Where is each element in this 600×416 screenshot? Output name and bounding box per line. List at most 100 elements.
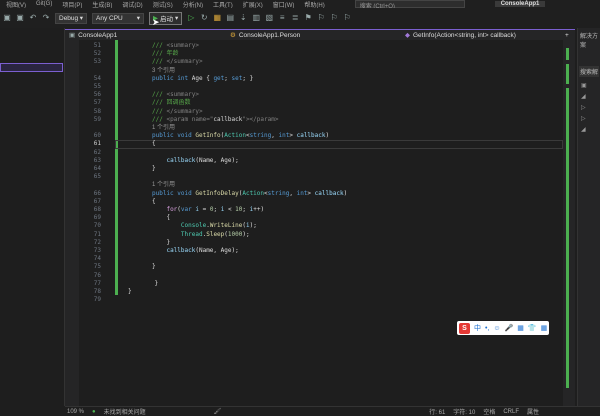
bookmark-prev-icon[interactable]: ⚐ [317, 14, 325, 22]
navigation-bar: ▣ ConsoleApp1 ⚙ ConsoleApp1.Person ◆ GetInf… [65, 30, 575, 40]
member-name: GetInfo(Action<string, int> callback) [413, 31, 516, 39]
reference-count[interactable]: 1 个引用 [152, 124, 175, 132]
menu-item[interactable]: Git(G) [36, 1, 52, 7]
ime-button[interactable]: ▦ [541, 324, 548, 332]
line-number: 66 [93, 189, 101, 197]
menu-item[interactable]: 测试(S) [153, 0, 173, 9]
menu-item[interactable]: 视图(V) [6, 0, 26, 9]
class-dropdown[interactable]: ⚙ ConsoleApp1.Person [230, 31, 405, 40]
code-line: 51 /// <summary> [65, 42, 565, 50]
outdent-icon[interactable]: ≣ [291, 14, 299, 22]
code-token: public int [152, 74, 192, 82]
menu-item[interactable]: 帮助(H) [304, 0, 324, 9]
ime-button[interactable]: 🎤 [505, 324, 514, 332]
ime-button[interactable]: 👕 [528, 324, 537, 332]
codelens-references[interactable]: 1 个引用 [65, 181, 565, 189]
code-token: ) [325, 132, 330, 140]
code-token: Action [224, 132, 246, 140]
reference-count[interactable]: 3 个引用 [152, 67, 175, 75]
code-text: } [152, 165, 156, 173]
indent-icon[interactable]: ≡ [278, 14, 286, 22]
line-number: 77 [93, 279, 101, 287]
solution-explorer-panel: 解决方案 搜索解 ▣ ◢ ▷ ▷ ◢ [577, 28, 600, 406]
code-text: /// 年龄 [152, 50, 178, 58]
search-input[interactable]: 搜索 (Ctrl+Q) [354, 0, 465, 8]
menu-item[interactable]: 扩展(X) [243, 0, 263, 9]
comment-icon[interactable]: ▥ [252, 14, 260, 22]
solution-explorer-icon[interactable]: ▦ [213, 14, 221, 22]
start-without-debug-icon[interactable]: ▷ [187, 14, 195, 22]
line-number: 62 [93, 148, 101, 156]
code-token: GetInfoDelay [195, 189, 239, 197]
line-ending[interactable]: CRLF [503, 409, 519, 415]
line-number: 76 [93, 271, 101, 279]
line-number: 行: 61 [429, 410, 446, 416]
solution-search-input[interactable]: 搜索解 [579, 66, 599, 77]
code-editor[interactable]: 51/// <summary> 52/// 年龄 53/// </summary> 3… [65, 40, 575, 406]
config-select[interactable]: Debug ▾ [55, 12, 87, 24]
indent-mode[interactable]: 空格 [483, 407, 495, 416]
split-icon[interactable]: + [565, 32, 569, 39]
ime-button[interactable]: •, [485, 325, 489, 332]
cleanup-icon[interactable]: 🖌 [214, 408, 222, 415]
code-line: 53 /// </summary> [65, 58, 565, 66]
menu-item[interactable]: 调试(D) [122, 0, 142, 9]
change-mark [566, 88, 569, 388]
reference-count[interactable]: 1 个引用 [152, 181, 175, 189]
menu-bar: 视图(V) Git(G) 项目(P) 生成(B) 调试(D) 测试(S) 分析(N) 工具(T… [0, 0, 600, 8]
selected-item[interactable] [0, 63, 63, 72]
bookmark-clear-icon[interactable]: ⚐ [343, 14, 351, 22]
ime-button[interactable]: 中 [474, 323, 481, 333]
code-text: { [152, 198, 156, 206]
line-number: 78 [93, 288, 101, 295]
bookmark-next-icon[interactable]: ⚐ [330, 14, 338, 22]
codelens-references[interactable]: 1 个引用 [65, 124, 565, 132]
code-token: callback [166, 247, 196, 254]
uncomment-icon[interactable]: ▧ [265, 14, 273, 22]
code-token: = [199, 206, 210, 213]
tree-expanders[interactable]: ▣ ◢ ▷ ▷ ◢ [578, 77, 600, 140]
undo-icon[interactable]: ↶ [29, 14, 37, 22]
menu-item[interactable]: 分析(N) [183, 0, 203, 9]
change-mark [566, 48, 569, 60]
ime-button[interactable]: ▦ [517, 324, 524, 332]
code-text: Console.WriteLine(i); [152, 222, 257, 230]
codelens-references[interactable]: 3 个引用 [65, 67, 565, 75]
code-line: 56 /// <summary> [65, 91, 565, 99]
properties-tab[interactable]: 属性 [527, 407, 539, 416]
project-dropdown[interactable]: ▣ ConsoleApp1 [65, 31, 230, 40]
window-icon[interactable]: ▤ [226, 14, 234, 22]
code-token: } [128, 288, 132, 295]
code-text: } [152, 239, 170, 247]
bookmark-icon[interactable]: ⚑ [304, 14, 312, 22]
code-token: var [180, 206, 196, 213]
save-all-icon[interactable]: ▣ [16, 14, 24, 22]
platform-select[interactable]: Any CPU ▾ [92, 12, 144, 24]
csharp-project-icon: ▣ [69, 32, 76, 39]
vertical-scrollbar[interactable] [563, 40, 575, 406]
issues-status[interactable]: 未找到相关问题 [104, 407, 146, 416]
menu-item[interactable]: 工具(T) [213, 0, 233, 9]
code-line: 64} [65, 165, 565, 173]
code-token: Sleep [206, 230, 225, 238]
code-line: 76 [65, 272, 565, 280]
save-icon[interactable]: ▣ [3, 14, 11, 22]
code-line: 71 Thread.Sleep(1000); [65, 231, 565, 239]
redo-icon[interactable]: ↷ [42, 14, 50, 22]
ime-toolbar[interactable]: S 中 •, ☺ 🎤 ▦ 👕 ▦ [457, 321, 549, 335]
step-icon[interactable]: ⇣ [239, 14, 247, 22]
menu-item[interactable]: 项目(P) [62, 0, 82, 9]
zoom-level[interactable]: 109 % [67, 409, 84, 415]
hot-reload-icon[interactable]: ↻ [200, 14, 208, 22]
line-number: 71 [93, 230, 101, 238]
member-dropdown[interactable]: ◆ GetInfo(Action<string, int> callback) [405, 31, 565, 40]
code-token: ; } [242, 74, 254, 82]
menu-item[interactable]: 窗口(W) [273, 0, 295, 9]
code-token: Console [180, 222, 207, 230]
code-token: > [289, 132, 297, 140]
menu-item[interactable]: 生成(B) [92, 0, 112, 9]
ime-button[interactable]: ☺ [493, 325, 500, 332]
